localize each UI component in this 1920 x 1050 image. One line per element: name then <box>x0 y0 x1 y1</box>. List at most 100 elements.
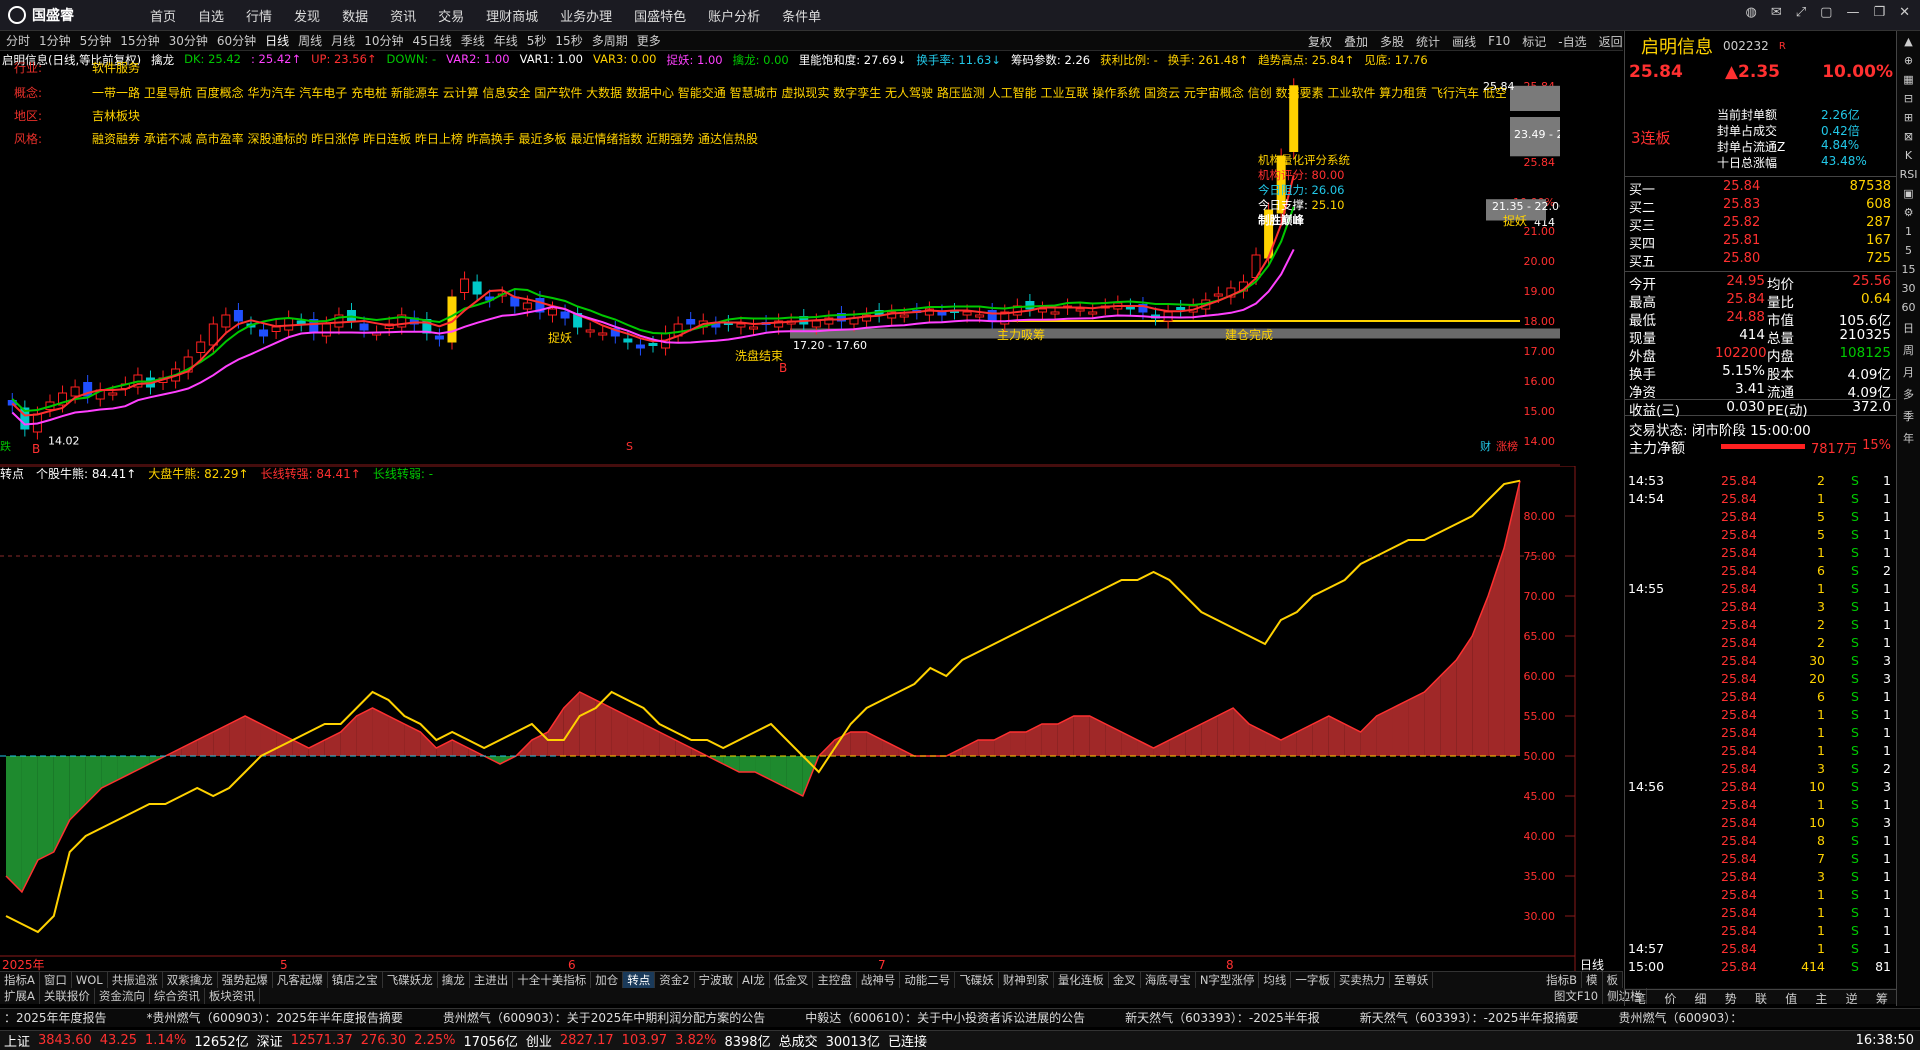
chart-tool-4[interactable]: 画线 <box>1452 33 1476 50</box>
indicator-tab-27[interactable]: 均线 <box>1259 972 1292 988</box>
indicator-tab-8[interactable]: 飞碟妖龙 <box>383 972 438 988</box>
sub-chart[interactable]: 30.00 35.00 40.00 45.00 50.00 55.00 60.00 65.00… <box>0 466 1623 971</box>
user-icon[interactable]: ▢ <box>1820 5 1832 20</box>
indicator-tab-9[interactable]: 擒龙 <box>438 972 470 988</box>
period-0[interactable]: 分时 <box>6 32 30 49</box>
side-tab-3[interactable]: ⊟ <box>1904 92 1913 105</box>
indicator-tab-right-0[interactable]: 指标B <box>1542 972 1582 988</box>
period-1[interactable]: 1分钟 <box>39 32 71 49</box>
indicator-tab-2[interactable]: WOL <box>72 972 108 988</box>
indicator-tab-1[interactable]: 窗口 <box>40 972 72 988</box>
period-9[interactable]: 10分钟 <box>364 32 403 49</box>
quote-tab-6[interactable]: 主 <box>1815 990 1827 1007</box>
menu-item-3[interactable]: 发现 <box>294 6 320 25</box>
side-tab-4[interactable]: ⊞ <box>1904 111 1913 124</box>
chart-tool-6[interactable]: 标记 <box>1522 33 1546 50</box>
side-tab-0[interactable]: ▲ <box>1904 35 1912 48</box>
side-tab-12[interactable]: 15 <box>1902 263 1916 276</box>
chart-tool-3[interactable]: 统计 <box>1416 33 1440 50</box>
chart-tool-2[interactable]: 多股 <box>1380 33 1404 50</box>
restore-icon[interactable]: ❐ <box>1873 5 1885 20</box>
indicator-tab-17[interactable]: 低金叉 <box>770 972 814 988</box>
side-tab-11[interactable]: 5 <box>1905 244 1912 257</box>
bid-row[interactable]: 买一 25.84 87538 <box>1625 179 1897 198</box>
indicator-tab-4[interactable]: 双紫擒龙 <box>163 972 218 988</box>
side-tab-7[interactable]: RSI <box>1900 168 1918 181</box>
menu-item-11[interactable]: 条件单 <box>782 6 821 25</box>
indicator-tab-25[interactable]: 海底寻宝 <box>1141 972 1196 988</box>
quote-tab-4[interactable]: 联 <box>1755 990 1767 1007</box>
indicator-tab-11[interactable]: 十全十美指标 <box>513 972 592 988</box>
quote-tab-1[interactable]: 价 <box>1664 990 1676 1007</box>
indicator-tab-21[interactable]: 飞碟妖 <box>955 972 999 988</box>
chart-tool-5[interactable]: F10 <box>1488 34 1510 48</box>
info-tab-3[interactable]: 综合资讯 <box>150 988 205 1004</box>
indicator-tab-13[interactable]: 转点 <box>623 972 656 988</box>
mail-icon[interactable]: ✉ <box>1771 5 1782 20</box>
side-tab-2[interactable]: ▦ <box>1903 73 1913 86</box>
indicator-tab-right-1[interactable]: 模 <box>1582 972 1603 988</box>
indicator-tab-14[interactable]: 资金2 <box>655 972 695 988</box>
side-tab-6[interactable]: K <box>1905 149 1912 162</box>
indicator-tab-29[interactable]: 买卖热力 <box>1335 972 1390 988</box>
indicator-tab-18[interactable]: 主控盘 <box>813 972 857 988</box>
period-4[interactable]: 30分钟 <box>169 32 208 49</box>
info-tab-0[interactable]: 扩展A <box>0 988 40 1004</box>
menu-item-6[interactable]: 交易 <box>438 6 464 25</box>
news-item-5[interactable]: 新天然气（603393）：-2025半年报摘要 <box>1360 1009 1579 1027</box>
indicator-tab-23[interactable]: 量化连板 <box>1054 972 1109 988</box>
indicator-tab-20[interactable]: 动能二号 <box>900 972 956 988</box>
bid-row[interactable]: 买三 25.82 287 <box>1625 215 1897 234</box>
period-7[interactable]: 周线 <box>298 32 322 49</box>
minimize-icon[interactable]: — <box>1846 5 1859 20</box>
side-tab-19[interactable]: 季 <box>1903 408 1914 424</box>
side-tab-18[interactable]: 多 <box>1903 386 1914 402</box>
news-item-1[interactable]: *贵州燃气（600903）：2025年半年度报告摘要 <box>147 1009 403 1027</box>
side-tab-1[interactable]: ⊕ <box>1904 54 1913 67</box>
side-tab-16[interactable]: 周 <box>1903 342 1914 358</box>
indicator-tab-26[interactable]: N字型涨停 <box>1196 972 1260 988</box>
expand-icon[interactable]: ⤢ <box>1796 5 1806 20</box>
menu-item-1[interactable]: 自选 <box>198 6 224 25</box>
indicator-tab-22[interactable]: 财神到家 <box>999 972 1054 988</box>
chart-tool-8[interactable]: 返回 <box>1599 33 1623 50</box>
period-6[interactable]: 日线 <box>265 32 289 49</box>
side-tab-13[interactable]: 30 <box>1902 282 1916 295</box>
period-13[interactable]: 5秒 <box>527 32 547 49</box>
period-2[interactable]: 5分钟 <box>80 32 112 49</box>
news-item-0[interactable]: ：2025年年度报告 <box>4 1009 107 1027</box>
info-tab-right-0[interactable]: 图文F10 <box>1550 988 1604 1004</box>
quote-tab-2[interactable]: 细 <box>1695 990 1707 1007</box>
side-tab-5[interactable]: ⊠ <box>1904 130 1913 143</box>
indicator-tab-6[interactable]: 凡客起爆 <box>273 972 328 988</box>
news-item-2[interactable]: 贵州燃气（600903）：关于2025年中期利润分配方案的公告 <box>443 1009 765 1027</box>
indicator-tab-5[interactable]: 强势起爆 <box>218 972 273 988</box>
menu-item-4[interactable]: 数据 <box>342 6 368 25</box>
bid-row[interactable]: 买二 25.83 608 <box>1625 197 1897 216</box>
bid-row[interactable]: 买五 25.80 725 <box>1625 251 1897 270</box>
period-16[interactable]: 更多 <box>637 32 661 49</box>
menu-item-9[interactable]: 国盛特色 <box>634 6 686 25</box>
kline-chart[interactable]: 25.8421.0020.0019.0018.0017.0016.0015.00… <box>0 56 1560 466</box>
chat-icon[interactable]: ◍ <box>1745 5 1756 20</box>
indicator-tab-30[interactable]: 至尊妖 <box>1390 972 1434 988</box>
chart-tool-1[interactable]: 叠加 <box>1344 33 1368 50</box>
info-tab-2[interactable]: 资金流向 <box>95 988 150 1004</box>
indicator-tab-7[interactable]: 镇店之宝 <box>328 972 383 988</box>
menu-item-10[interactable]: 账户分析 <box>708 6 760 25</box>
menu-item-7[interactable]: 理财商城 <box>486 6 538 25</box>
news-item-3[interactable]: 中毅达（600610）：关于中小投资者诉讼进展的公告 <box>805 1009 1085 1027</box>
side-tab-9[interactable]: ⚙ <box>1904 206 1914 219</box>
side-tab-14[interactable]: 60 <box>1902 301 1916 314</box>
news-item-4[interactable]: 新天然气（603393）：-2025半年报 <box>1125 1009 1320 1027</box>
period-3[interactable]: 15分钟 <box>120 32 159 49</box>
close-icon[interactable]: ✕ <box>1899 5 1910 20</box>
side-tab-15[interactable]: 日 <box>1903 320 1914 336</box>
indicator-tab-19[interactable]: 战神号 <box>857 972 901 988</box>
indicator-tab-3[interactable]: 共振追涨 <box>108 972 163 988</box>
indicator-tab-28[interactable]: 一字板 <box>1291 972 1335 988</box>
indicator-tab-12[interactable]: 加仓 <box>591 972 624 988</box>
side-tab-20[interactable]: 年 <box>1903 430 1914 446</box>
quote-tab-5[interactable]: 值 <box>1785 990 1797 1007</box>
menu-item-0[interactable]: 首页 <box>150 6 176 25</box>
